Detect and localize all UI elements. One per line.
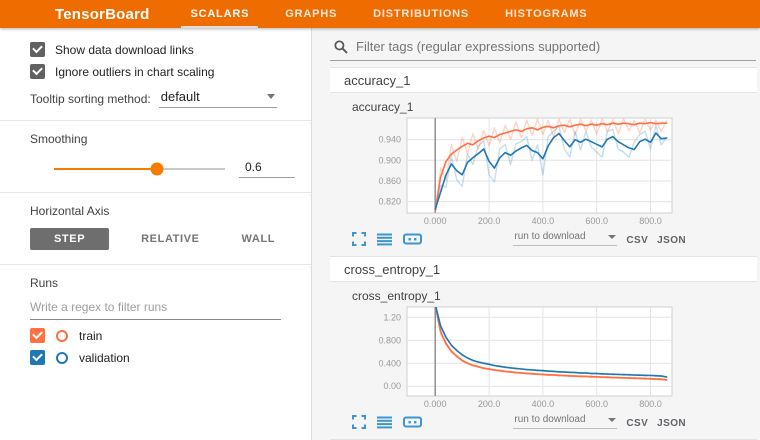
tooltip-sorting-label: Tooltip sorting method: — [30, 92, 151, 108]
run-to-download-select[interactable]: run to download — [513, 231, 617, 246]
json-download-link[interactable]: JSON — [657, 418, 686, 429]
horizontal-axis-buttons: STEP RELATIVE WALL — [30, 228, 295, 250]
runs-label: Runs — [30, 276, 295, 290]
toggle-y-axis-icon[interactable] — [377, 232, 392, 246]
cross-entropy-card-title: cross_entropy_1 — [352, 289, 757, 303]
chart-action-icons — [352, 232, 422, 246]
scalars-dashboard: Filter tags (regular expressions support… — [312, 28, 760, 440]
svg-text:400.0: 400.0 — [532, 216, 555, 226]
chevron-down-icon — [608, 235, 616, 239]
run-row-train: train — [30, 328, 295, 343]
axis-relative-button[interactable]: RELATIVE — [131, 228, 209, 250]
filter-tags-input[interactable]: Filter tags (regular expressions support… — [356, 39, 600, 54]
ignore-outliers-label: Ignore outliers in chart scaling — [55, 65, 214, 79]
cross-entropy-card: cross_entropy_1 0.000 200.0 400.0 600.0 800.… — [330, 282, 757, 433]
svg-text:600.0: 600.0 — [585, 216, 608, 226]
svg-text:1.20: 1.20 — [383, 312, 401, 322]
horizontal-axis-section: Horizontal Axis STEP RELATIVE WALL — [0, 193, 311, 265]
ignore-outliers-row: Ignore outliers in chart scaling — [30, 64, 295, 79]
toggle-y-axis-icon[interactable] — [377, 415, 392, 429]
settings-sidebar: Show data download links Ignore outliers… — [0, 28, 312, 440]
json-download-link[interactable]: JSON — [657, 235, 686, 246]
smoothing-label: Smoothing — [30, 132, 295, 146]
smoothing-slider[interactable] — [54, 168, 225, 170]
run-validation-checkbox[interactable] — [30, 350, 45, 365]
tooltip-sorting-select[interactable]: default — [159, 89, 277, 108]
expand-chart-icon[interactable] — [352, 415, 366, 429]
csv-download-link[interactable]: CSV — [626, 235, 648, 246]
search-icon — [334, 40, 348, 54]
cross-entropy-chart[interactable]: 0.000 200.0 400.0 600.0 800.0 0.00 0.400 0.800 1… — [352, 304, 757, 412]
download-controls: run to download CSV JSON — [513, 414, 686, 429]
smoothing-slider-thumb[interactable] — [150, 163, 163, 176]
smoothing-section: Smoothing 0.6 — [0, 121, 311, 193]
svg-text:800.0: 800.0 — [639, 399, 662, 409]
smoothing-slider-fill — [54, 168, 157, 170]
run-to-download-label: run to download — [514, 414, 585, 425]
svg-text:600.0: 600.0 — [585, 399, 608, 409]
run-train-checkbox[interactable] — [30, 328, 45, 343]
tooltip-sorting-value: default — [161, 89, 200, 104]
run-to-download-select[interactable]: run to download — [513, 414, 617, 429]
run-to-download-label: run to download — [514, 231, 585, 242]
app-title: TensorBoard — [55, 6, 149, 23]
tooltip-sorting-row: Tooltip sorting method: default — [30, 89, 295, 108]
run-validation-color-swatch[interactable] — [56, 352, 68, 364]
smoothing-slider-row: 0.6 — [54, 160, 295, 178]
svg-text:0.00: 0.00 — [383, 381, 401, 391]
svg-text:400.0: 400.0 — [532, 399, 555, 409]
tab-scalars[interactable]: SCALARS — [187, 0, 252, 28]
svg-text:0.800: 0.800 — [378, 335, 401, 345]
tab-histograms[interactable]: HISTOGRAMS — [502, 0, 590, 28]
run-validation-label: validation — [79, 351, 130, 365]
axis-step-button[interactable]: STEP — [30, 228, 109, 250]
filter-tags-row[interactable]: Filter tags (regular expressions support… — [330, 28, 756, 61]
top-bar: TensorBoard SCALARS GRAPHS DISTRIBUTIONS… — [0, 0, 760, 28]
tab-graphs[interactable]: GRAPHS — [282, 0, 340, 28]
show-download-links-row: Show data download links — [30, 42, 295, 57]
csv-download-link[interactable]: CSV — [626, 418, 648, 429]
chart-action-icons — [352, 415, 422, 429]
accuracy-chart[interactable]: 0.000 200.0 400.0 600.0 800.0 0.820 0.860 0.900… — [352, 115, 757, 229]
accuracy-card: accuracy_1 0.000 200.0 400.0 600.0 800.0 0.82… — [330, 93, 757, 250]
svg-text:200.0: 200.0 — [478, 216, 501, 226]
fit-domain-icon[interactable] — [403, 415, 422, 429]
tab-distributions[interactable]: DISTRIBUTIONS — [370, 0, 472, 28]
svg-text:0.860: 0.860 — [378, 176, 401, 186]
run-train-label: train — [79, 329, 102, 343]
runs-regex-input[interactable]: Write a regex to filter runs — [30, 292, 281, 320]
cross-entropy-card-footer: run to download CSV JSON — [352, 414, 686, 429]
svg-text:0.900: 0.900 — [378, 155, 401, 165]
smoothing-value-input[interactable]: 0.6 — [239, 160, 295, 178]
svg-text:800.0: 800.0 — [639, 216, 662, 226]
section-header-cross-entropy[interactable]: cross_entropy_1 — [330, 256, 757, 282]
axis-wall-button[interactable]: WALL — [232, 228, 286, 250]
svg-text:200.0: 200.0 — [478, 399, 501, 409]
ignore-outliers-checkbox[interactable] — [30, 64, 45, 79]
chevron-down-icon — [608, 418, 616, 422]
tensorboard-app: TensorBoard SCALARS GRAPHS DISTRIBUTIONS… — [0, 0, 760, 440]
accuracy-card-title: accuracy_1 — [352, 100, 757, 114]
general-settings-section: Show data download links Ignore outliers… — [0, 28, 311, 121]
download-controls: run to download CSV JSON — [513, 231, 686, 246]
main-tabs: SCALARS GRAPHS DISTRIBUTIONS HISTOGRAMS — [187, 0, 590, 28]
svg-text:0.000: 0.000 — [424, 216, 447, 226]
svg-text:0.400: 0.400 — [378, 358, 401, 368]
show-download-links-label: Show data download links — [55, 43, 194, 57]
run-row-validation: validation — [30, 350, 295, 365]
show-download-links-checkbox[interactable] — [30, 42, 45, 57]
svg-text:0.820: 0.820 — [378, 197, 401, 207]
chevron-down-icon — [267, 94, 275, 99]
fit-domain-icon[interactable] — [403, 232, 422, 246]
accuracy-card-footer: run to download CSV JSON — [352, 231, 686, 246]
expand-chart-icon[interactable] — [352, 232, 366, 246]
run-train-color-swatch[interactable] — [56, 330, 68, 342]
runs-section: Runs Write a regex to filter runs train … — [0, 265, 311, 384]
section-header-accuracy[interactable]: accuracy_1 — [330, 67, 757, 93]
svg-text:0.940: 0.940 — [378, 135, 401, 145]
svg-text:0.000: 0.000 — [424, 399, 447, 409]
horizontal-axis-label: Horizontal Axis — [30, 204, 295, 218]
